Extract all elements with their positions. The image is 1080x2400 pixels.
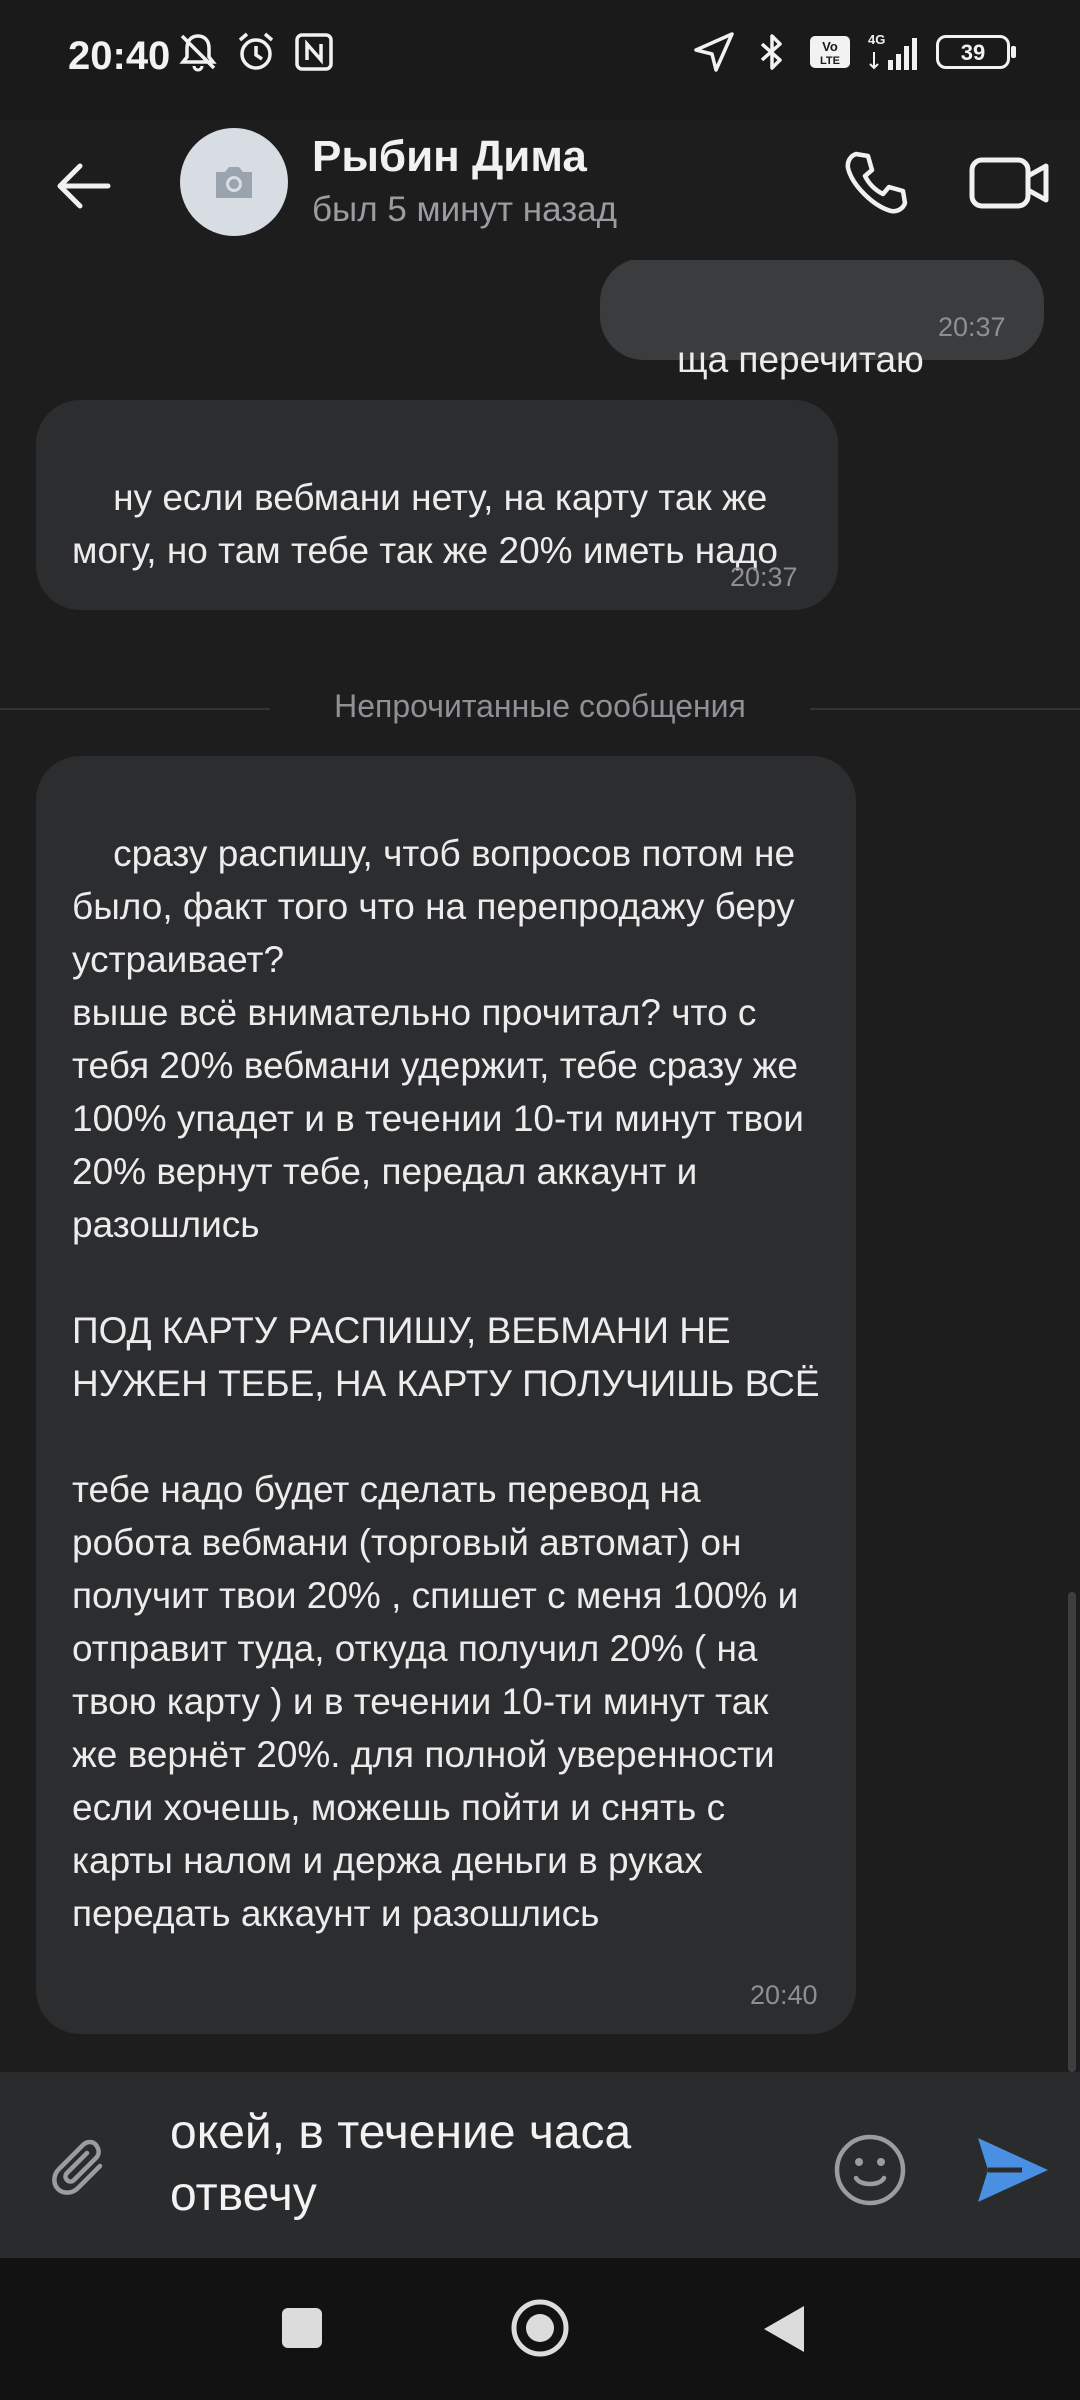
svg-text:4G: 4G	[868, 32, 885, 47]
recent-apps-icon[interactable]	[282, 2308, 322, 2348]
status-left-icons	[176, 30, 336, 74]
message-time: 20:37	[730, 562, 798, 592]
emoji-icon[interactable]	[832, 2132, 908, 2208]
nav-back-icon[interactable]	[758, 2302, 808, 2356]
bluetooth-icon	[750, 30, 794, 74]
message-time: 20:37	[938, 312, 1006, 342]
message-bubble-incoming[interactable]: сразу распишу, чтоб вопросов потом не бы…	[36, 756, 856, 2034]
alarm-icon	[234, 30, 278, 74]
message-text: сразу распишу, чтоб вопросов потом не бы…	[72, 833, 820, 1934]
paperclip-icon[interactable]	[48, 2136, 120, 2208]
message-text: ну если вебмани нету, на карту так же мо…	[72, 477, 778, 571]
phone-icon[interactable]	[838, 146, 912, 220]
status-bar: 20:40 Vo LTE 4G 39	[0, 0, 1080, 120]
send-icon[interactable]	[970, 2128, 1054, 2212]
back-arrow-icon[interactable]	[48, 150, 120, 222]
scrollbar[interactable]	[1068, 1592, 1076, 2072]
signal-icon: 4G	[866, 30, 922, 74]
video-call-icon[interactable]	[968, 146, 1052, 220]
message-text: ща перечитаю	[677, 339, 924, 380]
unread-divider-label: Непрочитанные сообщения	[334, 688, 746, 724]
message-bubble-outgoing[interactable]: ща перечитаю	[600, 260, 1044, 380]
contact-status: был 5 минут назад	[312, 190, 618, 229]
status-time: 20:40	[68, 34, 171, 78]
system-navigation-bar	[0, 2258, 1080, 2400]
camera-icon	[216, 167, 252, 198]
nfc-icon	[292, 30, 336, 74]
battery-icon: 39	[936, 35, 1016, 69]
message-input[interactable]: окей, в течение часа отвечу	[170, 2102, 790, 2226]
svg-text:LTE: LTE	[820, 55, 840, 67]
status-right-icons: Vo LTE 4G 39	[692, 30, 1016, 74]
mute-icon	[176, 30, 220, 74]
volte-icon: Vo LTE	[808, 30, 852, 74]
location-icon	[692, 30, 736, 74]
svg-text:Vo: Vo	[822, 39, 838, 54]
chat-header: Рыбин Дима был 5 минут назад	[0, 120, 1080, 260]
message-list[interactable]: ща перечитаю 20:37 ну если вебмани нету,…	[0, 260, 1080, 2072]
home-icon[interactable]	[510, 2298, 570, 2358]
message-time: 20:40	[750, 1980, 818, 2010]
message-bubble-incoming[interactable]: ну если вебмани нету, на карту так же мо…	[36, 400, 838, 610]
battery-level: 39	[960, 40, 986, 65]
avatar[interactable]	[180, 128, 288, 236]
contact-name[interactable]: Рыбин Дима	[312, 132, 587, 182]
composer-bar: окей, в течение часа отвечу	[0, 2072, 1080, 2258]
unread-divider: Непрочитанные сообщения	[0, 680, 1080, 740]
